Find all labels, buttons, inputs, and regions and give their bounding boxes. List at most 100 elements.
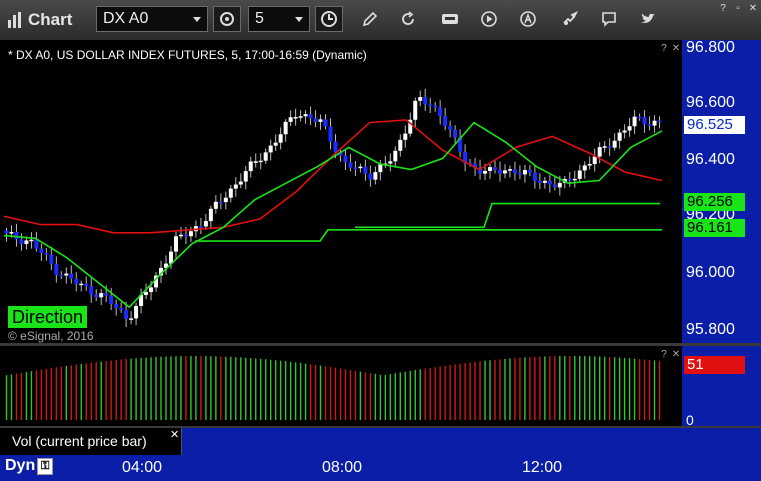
candle-body xyxy=(403,133,408,140)
candle-body xyxy=(283,121,288,135)
candle-body xyxy=(428,104,433,106)
candle-body xyxy=(39,248,44,254)
candle-body xyxy=(278,134,283,143)
candle-body xyxy=(488,167,493,171)
fast-average-line xyxy=(3,119,663,234)
candle-body xyxy=(188,231,193,237)
candle-body xyxy=(213,201,218,209)
candle-body xyxy=(602,146,607,148)
candle-body xyxy=(328,126,333,142)
candle-body xyxy=(333,141,338,153)
volume-zero-label: 0 xyxy=(686,412,694,428)
candle-body xyxy=(418,97,423,101)
candle-body xyxy=(448,126,453,130)
lower-level-line xyxy=(195,229,662,242)
study-label[interactable]: Vol (current price bar) xyxy=(0,428,182,455)
candle-body xyxy=(54,263,59,275)
candle-body xyxy=(198,226,203,228)
candle-body xyxy=(119,307,124,310)
candle-body xyxy=(612,140,617,148)
price-chart xyxy=(3,88,663,420)
candle-body xyxy=(388,161,393,164)
candle-body xyxy=(348,162,353,168)
candle-body xyxy=(652,120,657,126)
candle-body xyxy=(483,170,488,174)
candle-body xyxy=(208,208,213,222)
candle-body xyxy=(178,234,183,237)
copyright-text: © eSignal, 2016 xyxy=(8,329,94,343)
candle-body xyxy=(657,120,662,123)
time-tick-label: 08:00 xyxy=(322,459,363,476)
price-tick-label: 96.600 xyxy=(686,94,735,111)
candle-body xyxy=(303,114,308,117)
candle-body xyxy=(134,305,139,319)
candle-body xyxy=(497,169,502,174)
pane-help-icon[interactable]: ? xyxy=(658,43,670,55)
study-close-icon[interactable]: ✕ xyxy=(170,428,179,441)
candle-body xyxy=(44,253,49,255)
candle-body xyxy=(89,286,94,295)
candle-body xyxy=(233,184,238,189)
pane-close-icon[interactable]: ✕ xyxy=(670,43,682,55)
candle-body xyxy=(572,178,577,181)
slow-average-line xyxy=(3,121,663,309)
candle-body xyxy=(453,129,458,138)
dyn-label: Dyn xyxy=(5,457,36,474)
candle-body xyxy=(313,118,318,122)
candle-body xyxy=(582,165,587,171)
candle-body xyxy=(29,239,34,242)
candle-body xyxy=(59,274,64,277)
candle-body xyxy=(567,178,572,181)
candle-body xyxy=(557,182,562,188)
candle-body xyxy=(34,239,39,249)
candle-body xyxy=(512,169,517,174)
candle-body xyxy=(94,294,99,298)
lock-icon[interactable]: ⚿ xyxy=(37,457,54,475)
candle-body xyxy=(223,197,228,203)
lower-level-tag: 96.161 xyxy=(684,219,745,237)
candle-body xyxy=(318,119,323,122)
candle-body xyxy=(527,169,532,173)
candle-body xyxy=(323,119,328,127)
time-tick-label: 12:00 xyxy=(522,459,563,476)
candle-body xyxy=(353,167,358,170)
candle-body xyxy=(263,152,268,161)
candle-body xyxy=(433,105,438,108)
candle-body xyxy=(24,240,29,245)
volume-value-tag: 51 xyxy=(684,356,745,374)
candle-body xyxy=(577,170,582,179)
candle-body xyxy=(298,116,303,118)
candle-body xyxy=(109,295,114,305)
candle-body xyxy=(542,180,547,183)
candle-body xyxy=(493,167,498,170)
direction-label: Direction xyxy=(8,306,88,328)
candle-body xyxy=(363,166,368,174)
candle-body xyxy=(438,107,443,117)
candle-body xyxy=(587,164,592,166)
candle-body xyxy=(293,117,298,119)
dynamic-mode[interactable]: Dyn ⚿ xyxy=(5,457,54,475)
candle-body xyxy=(632,116,637,127)
time-axis[interactable] xyxy=(0,455,761,481)
candle-body xyxy=(642,117,647,125)
candle-body xyxy=(228,188,233,198)
candle-body xyxy=(547,180,552,185)
candle-body xyxy=(398,139,403,151)
pane-help-icon[interactable]: ? xyxy=(658,349,670,361)
candle-body xyxy=(647,124,652,126)
candle-body xyxy=(173,236,178,252)
candle-body xyxy=(532,172,537,181)
candle-body xyxy=(443,116,448,127)
candle-body xyxy=(537,180,542,183)
price-tick-label: 96.400 xyxy=(686,151,735,168)
pane-close-icon[interactable]: ✕ xyxy=(670,349,682,361)
price-tick-label: 96.800 xyxy=(686,39,735,56)
candle-body xyxy=(607,146,612,148)
candle-body xyxy=(253,161,258,163)
candle-body xyxy=(622,130,627,133)
candle-body xyxy=(413,100,418,120)
candle-body xyxy=(203,221,208,227)
upper-level-tag: 96.256 xyxy=(684,193,745,211)
candle-body xyxy=(84,283,89,287)
candle-body xyxy=(358,166,363,169)
